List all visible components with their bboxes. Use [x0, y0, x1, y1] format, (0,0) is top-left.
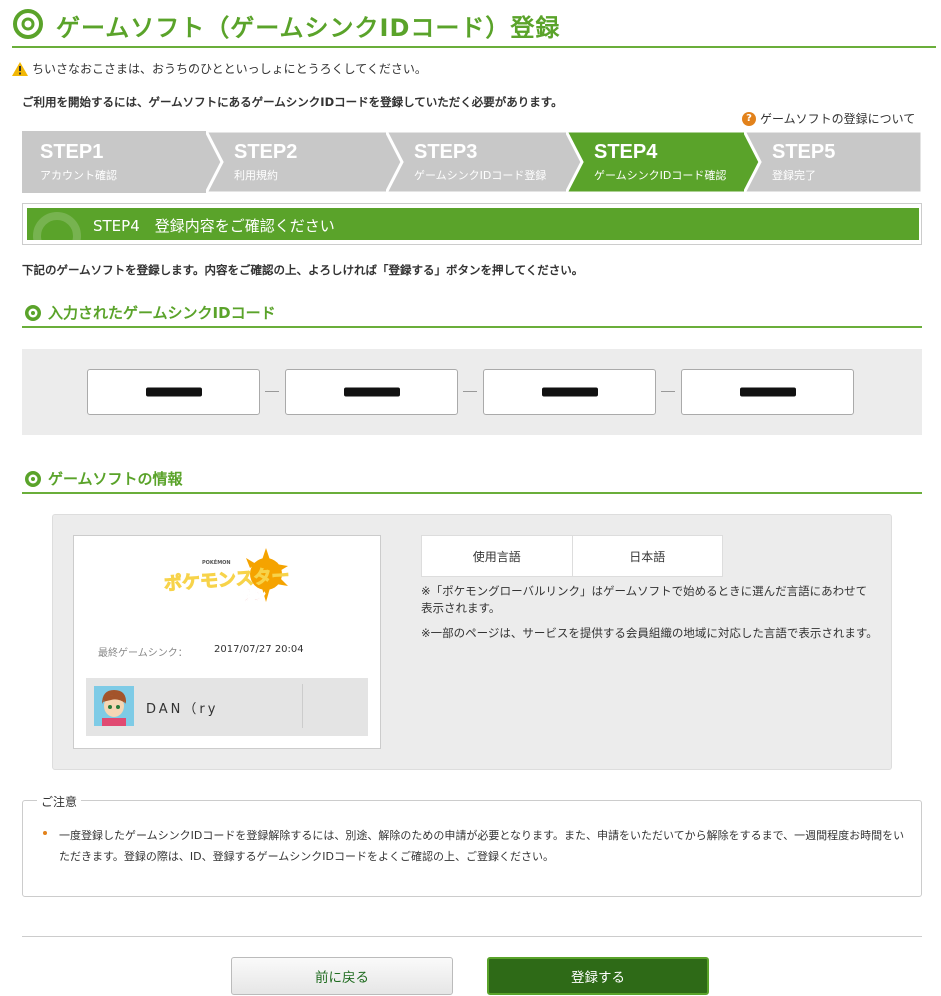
code-separator	[265, 391, 279, 392]
language-label: 使用言語	[472, 549, 521, 564]
step-banner-frame: STEP4 登録内容をご確認ください	[22, 203, 922, 245]
pokeball-icon	[25, 471, 41, 487]
step-4-number: STEP4	[594, 141, 658, 163]
caution-body: 一度登録したゲームシンクIDコードを登録解除するには、別途、解除のための申請が必…	[59, 829, 905, 863]
redacted-code	[739, 387, 796, 397]
help-link-label[interactable]: ゲームソフトの登録について	[760, 110, 915, 127]
player-divider	[302, 684, 303, 728]
last-sync-value: 2017/07/27 20:04	[214, 644, 304, 655]
step-2: STEP2 利用規約	[206, 131, 410, 193]
info-section-header: ゲームソフトの情報	[22, 464, 922, 494]
page-header: ゲームソフト（ゲームシンクIDコード）登録	[0, 0, 941, 48]
player-name: DAN（ry	[146, 702, 219, 717]
warning-icon	[12, 61, 28, 76]
language-table: 使用言語 日本語	[421, 535, 723, 577]
code-field-1	[87, 369, 260, 415]
footer-divider	[22, 936, 922, 937]
step-banner-text: STEP4 登録内容をご確認ください	[93, 217, 335, 235]
language-value: 日本語	[571, 536, 723, 576]
redacted-code	[343, 387, 400, 397]
section-divider	[22, 492, 922, 494]
step-5-label: 登録完了	[772, 169, 816, 182]
child-warning: ちいさなおこさまは、おうちのひとといっしょにとうろくしてください。	[12, 60, 427, 77]
code-section-header: 入力されたゲームシンクIDコード	[22, 298, 922, 328]
code-separator	[661, 391, 675, 392]
caution-box: ご注意 一度登録したゲームシンクIDコードを登録解除するには、別途、解除のための…	[22, 793, 922, 897]
step-3-number: STEP3	[414, 141, 478, 163]
page-title: ゲームソフト（ゲームシンクIDコード）登録	[56, 14, 561, 42]
language-note-2: ※一部のページは、サービスを提供する会員組織の地域に対応した言語で表示されます。	[421, 626, 878, 640]
step-3-label: ゲームシンクIDコード登録	[414, 169, 547, 182]
step-4-label: ゲームシンクIDコード確認	[594, 169, 727, 182]
warning-text: ちいさなおこさまは、おうちのひとといっしょにとうろくしてください。	[32, 62, 427, 76]
step-1-label: アカウント確認	[40, 169, 117, 182]
header-divider	[12, 46, 936, 48]
code-field-2	[285, 369, 458, 415]
logo-brand: POKÉMON	[202, 558, 231, 566]
step-1-number: STEP1	[40, 141, 104, 163]
code-field-3	[483, 369, 656, 415]
step-2-number: STEP2	[234, 141, 298, 163]
logo-subtitle: サン	[240, 589, 266, 604]
code-field-4	[681, 369, 854, 415]
code-section-title: 入力されたゲームシンクIDコード	[48, 304, 276, 322]
step-indicator: STEP1 アカウント確認 STEP2 利用規約 STEP3 ゲームシンクIDコ…	[22, 131, 922, 193]
pokeball-watermark-icon	[33, 212, 81, 240]
player-row: DAN（ry	[86, 678, 368, 736]
info-section-title: ゲームソフトの情報	[48, 470, 183, 488]
back-button[interactable]: 前に戻る	[231, 957, 453, 995]
last-sync-label: 最終ゲームシンク：	[98, 648, 188, 659]
pokeball-icon	[13, 9, 43, 39]
step-3: STEP3 ゲームシンクIDコード登録	[386, 131, 592, 193]
caution-title: ご注意	[37, 793, 82, 810]
redacted-code	[145, 387, 202, 397]
step-5: STEP5 登録完了	[744, 131, 922, 193]
step-1: STEP1 アカウント確認	[22, 131, 228, 193]
help-link[interactable]: ? ゲームソフトの登録について	[742, 110, 915, 127]
register-button[interactable]: 登録する	[487, 957, 709, 995]
game-info-panel: ポケモンスター サン POKÉMON 最終ゲームシンク： 2017/07/27 …	[52, 514, 892, 770]
step-2-label: 利用規約	[234, 169, 278, 182]
game-card: ポケモンスター サン POKÉMON 最終ゲームシンク： 2017/07/27 …	[73, 535, 381, 749]
pokeball-icon	[25, 305, 41, 321]
language-note-1: ※「ポケモングローバルリンク」はゲームソフトで始めるときに選んだ言語にあわせて表…	[421, 584, 868, 615]
step-5-number: STEP5	[772, 141, 836, 163]
code-panel	[22, 349, 922, 435]
code-separator	[463, 391, 477, 392]
section-divider	[22, 326, 922, 328]
confirm-description: 下記のゲームソフトを登録します。内容をご確認の上、よろしければ「登録する」ボタン…	[22, 263, 584, 277]
intro-text: ご利用を開始するには、ゲームソフトにあるゲームシンクIDコードを登録していただく…	[22, 95, 563, 109]
question-icon: ?	[742, 111, 756, 126]
redacted-code	[541, 387, 598, 397]
pokemon-sun-logo: ポケモンスター サン POKÉMON	[163, 548, 291, 604]
step-banner: STEP4 登録内容をご確認ください	[27, 208, 919, 240]
trainer-avatar-icon	[94, 686, 134, 726]
logo-title: ポケモンスター	[163, 564, 290, 595]
step-4: STEP4 ゲームシンクIDコード確認	[566, 131, 768, 193]
bullet-icon	[43, 831, 47, 835]
